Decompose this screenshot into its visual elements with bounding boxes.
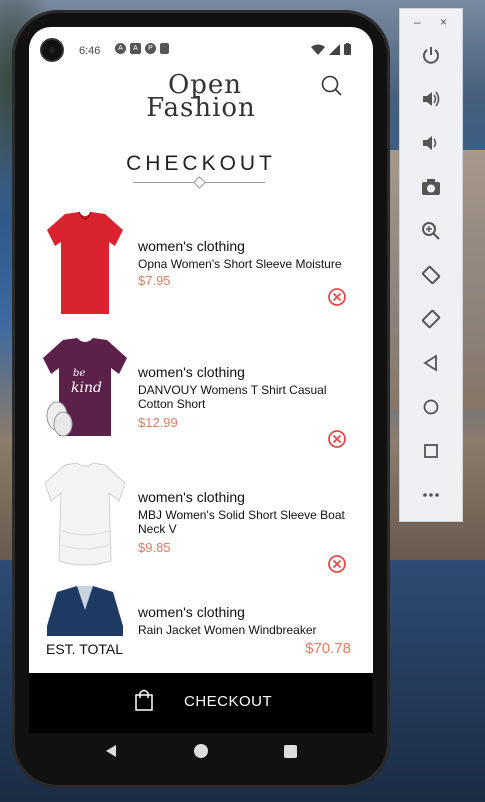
cart-item: be kind women's clothing DANVOUY Womens … <box>29 336 373 454</box>
wifi-icon <box>311 44 325 55</box>
screenshot-button[interactable] <box>418 174 444 200</box>
item-name: MBJ Women's Solid Short Sleeve Boat Neck… <box>138 508 345 536</box>
notification-icons: A A P <box>115 43 169 54</box>
volume-up-icon <box>423 91 440 107</box>
back-button[interactable] <box>418 350 444 376</box>
overview-button[interactable] <box>418 438 444 464</box>
checkout-button[interactable]: CHECKOUT <box>29 673 373 733</box>
home-circle-icon <box>423 399 439 415</box>
remove-item-icon[interactable] <box>327 287 347 307</box>
volume-down-icon <box>423 136 437 150</box>
android-nav-bar <box>29 733 373 773</box>
svg-text:kind: kind <box>71 380 102 396</box>
remove-item-icon[interactable] <box>327 554 347 574</box>
est-total-label: EST. TOTAL <box>46 641 124 657</box>
product-image <box>44 462 126 566</box>
power-icon <box>423 47 439 64</box>
zoom-button[interactable] <box>418 218 444 244</box>
power-button[interactable] <box>418 42 444 68</box>
notification-p-icon: P <box>145 43 156 54</box>
item-category: women's clothing <box>138 238 245 254</box>
shirt-shape <box>47 212 123 314</box>
page-title: CHECKOUT <box>126 152 276 175</box>
home-icon[interactable] <box>194 744 208 758</box>
notification-a-square-icon: A <box>130 43 141 54</box>
est-total-value: $70.78 <box>305 640 351 657</box>
rotate-right-icon <box>421 309 441 329</box>
search-icon[interactable] <box>321 75 343 97</box>
product-image: be kind <box>43 338 127 437</box>
shirt-shape <box>44 462 126 566</box>
status-time: 6:46 <box>79 45 101 57</box>
product-image <box>47 211 123 314</box>
zoom-icon <box>422 222 440 240</box>
rotate-right-button[interactable] <box>418 306 444 332</box>
close-button[interactable]: × <box>440 15 447 29</box>
checkout-button-label: CHECKOUT <box>184 693 273 710</box>
notification-a-icon: A <box>115 43 126 54</box>
back-triangle-icon <box>423 354 437 372</box>
shopping-bag-icon <box>135 689 153 711</box>
signal-icon <box>329 43 340 55</box>
item-name: Opna Women's Short Sleeve Moisture <box>138 257 342 271</box>
back-icon[interactable] <box>104 744 118 758</box>
camera-icon <box>422 179 440 195</box>
system-icons <box>311 43 351 55</box>
item-category: women's clothing <box>138 489 245 505</box>
cart-item: women's clothing MBJ Women's Solid Short… <box>29 461 373 579</box>
front-camera <box>42 40 62 60</box>
status-bar: 6:46 A A P <box>29 27 373 60</box>
panel-titlebar: – × <box>400 13 462 33</box>
volume-up-button[interactable] <box>418 86 444 112</box>
remove-item-icon[interactable] <box>327 429 347 449</box>
emulator-side-panel: – × <box>399 8 463 522</box>
home-button[interactable] <box>418 394 444 420</box>
title-diamond-ornament <box>193 176 206 189</box>
minimize-button[interactable]: – <box>414 15 421 29</box>
overview-square-icon <box>424 444 438 458</box>
logo-line-2: Fashion <box>146 93 256 123</box>
sd-card-icon <box>160 43 169 54</box>
volume-down-button[interactable] <box>418 130 444 156</box>
recents-icon[interactable] <box>284 745 297 758</box>
svg-text:be: be <box>73 368 85 379</box>
rotate-left-icon <box>421 265 441 285</box>
item-name: Rain Jacket Women Windbreaker <box>138 623 317 637</box>
more-dots-icon <box>423 493 439 497</box>
item-price: $9.85 <box>138 540 171 555</box>
item-name: DANVOUY Womens T Shirt Casual Cotton Sho… <box>138 383 327 411</box>
battery-icon <box>344 43 351 55</box>
item-category: women's clothing <box>138 364 245 380</box>
more-button[interactable] <box>418 482 444 508</box>
cart-item: women's clothing Opna Women's Short Slee… <box>29 210 373 328</box>
item-category: women's clothing <box>138 604 245 620</box>
item-price: $7.95 <box>138 273 171 288</box>
rotate-left-button[interactable] <box>418 262 444 288</box>
item-price: $12.99 <box>138 415 178 430</box>
app-screen: 6:46 A A P Open Fashion CHECKOUT women's… <box>29 27 373 673</box>
